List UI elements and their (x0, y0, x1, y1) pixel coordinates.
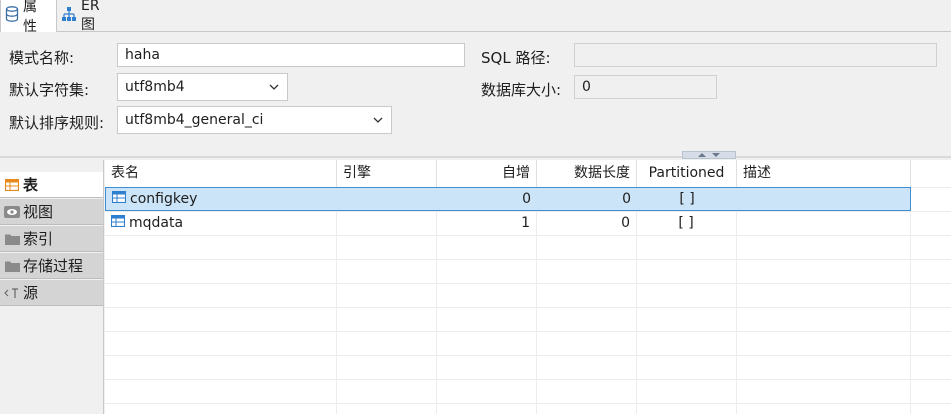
nav-item-label: 源 (23, 284, 39, 302)
grid-line (105, 331, 951, 332)
data-length-cell: 0 (622, 191, 631, 207)
tab-properties[interactable]: 属性 (0, 0, 57, 35)
folder-icon (4, 232, 20, 246)
column-header-description[interactable]: 描述 (737, 160, 911, 187)
tab-properties-label: 属性 (23, 0, 37, 35)
collation-select[interactable]: utf8mb4_general_ci (117, 106, 392, 134)
table-name: configkey (130, 191, 198, 207)
table-name: mqdata (129, 215, 184, 231)
collation-value: utf8mb4_general_ci (125, 112, 264, 128)
grid-line (105, 307, 951, 308)
auto-increment-cell: 0 (522, 191, 531, 207)
table-icon (110, 212, 126, 234)
schema-properties-form: 模式名称: haha SQL 路径: 默认字符集: utf8mb4 数据库大小:… (0, 32, 951, 156)
expand-down-icon (712, 153, 720, 157)
collation-label: 默认排序规则: (9, 114, 105, 132)
column-header-engine[interactable]: 引擎 (337, 160, 437, 187)
chevron-down-icon (269, 84, 279, 90)
folder-icon (4, 259, 20, 273)
table-name-cell: configkey (106, 188, 337, 212)
column-header-partitioned[interactable]: Partitioned (637, 160, 737, 187)
db-size-label: 数据库大小: (481, 81, 562, 99)
nav-item-label: 表 (23, 176, 39, 194)
sql-path-input[interactable] (574, 43, 937, 67)
splitter-handle[interactable] (682, 151, 736, 159)
partitioned-cell: [ ] (679, 191, 695, 207)
eye-icon (4, 205, 20, 219)
collapse-up-icon (698, 153, 706, 157)
nav-item-label: 视图 (23, 203, 54, 221)
source-icon (4, 286, 20, 300)
tab-er-diagram-label: ER 图 (81, 0, 100, 33)
grid-line (105, 259, 951, 260)
charset-value: utf8mb4 (125, 79, 185, 95)
column-header-name[interactable]: 表名 (105, 160, 337, 187)
column-header-auto-increment[interactable]: 自增 (437, 160, 537, 187)
grid-line (105, 379, 951, 380)
grid-line (105, 403, 951, 404)
panel-divider (0, 156, 951, 158)
nav-item-tables[interactable]: 表 (0, 172, 103, 198)
nav-item-views[interactable]: 视图 (0, 199, 103, 225)
grid-line (105, 355, 951, 356)
engine-cell (336, 212, 436, 236)
nav-item-label: 存储过程 (23, 257, 84, 275)
tables-grid: 表名 引擎 自增 数据长度 Partitioned 描述 configkey 0… (105, 160, 951, 414)
schema-name-input[interactable]: haha (117, 43, 465, 67)
object-type-nav: 表 视图 索引 存储过程 源 (0, 160, 104, 414)
tab-er-diagram[interactable]: ER 图 (57, 0, 123, 33)
er-diagram-icon (61, 6, 77, 26)
charset-label: 默认字符集: (9, 81, 90, 99)
table-name-cell: mqdata (105, 212, 336, 236)
nav-item-procedures[interactable]: 存储过程 (0, 253, 103, 279)
editor-tab-bar: 属性 ER 图 (0, 0, 951, 35)
nav-item-label: 索引 (23, 230, 54, 248)
table-row[interactable]: mqdata 1 0 [ ] (105, 212, 911, 236)
auto-increment-cell: 1 (521, 215, 530, 231)
charset-select[interactable]: utf8mb4 (117, 73, 288, 101)
description-cell (736, 212, 909, 236)
column-header-data-length[interactable]: 数据长度 (537, 160, 637, 187)
engine-cell (337, 188, 437, 212)
nav-item-indexes[interactable]: 索引 (0, 226, 103, 252)
nav-item-source[interactable]: 源 (0, 280, 103, 306)
database-icon (5, 6, 19, 26)
db-size-input[interactable]: 0 (574, 75, 717, 99)
table-icon (111, 188, 127, 210)
grid-line (105, 283, 951, 284)
description-cell (737, 188, 910, 212)
chevron-down-icon (373, 117, 383, 123)
schema-name-label: 模式名称: (9, 49, 75, 67)
table-icon (4, 178, 20, 192)
table-row[interactable]: configkey 0 0 [ ] (105, 187, 911, 211)
partitioned-cell: [ ] (678, 215, 694, 231)
sql-path-label: SQL 路径: (481, 49, 551, 67)
data-length-cell: 0 (621, 215, 630, 231)
